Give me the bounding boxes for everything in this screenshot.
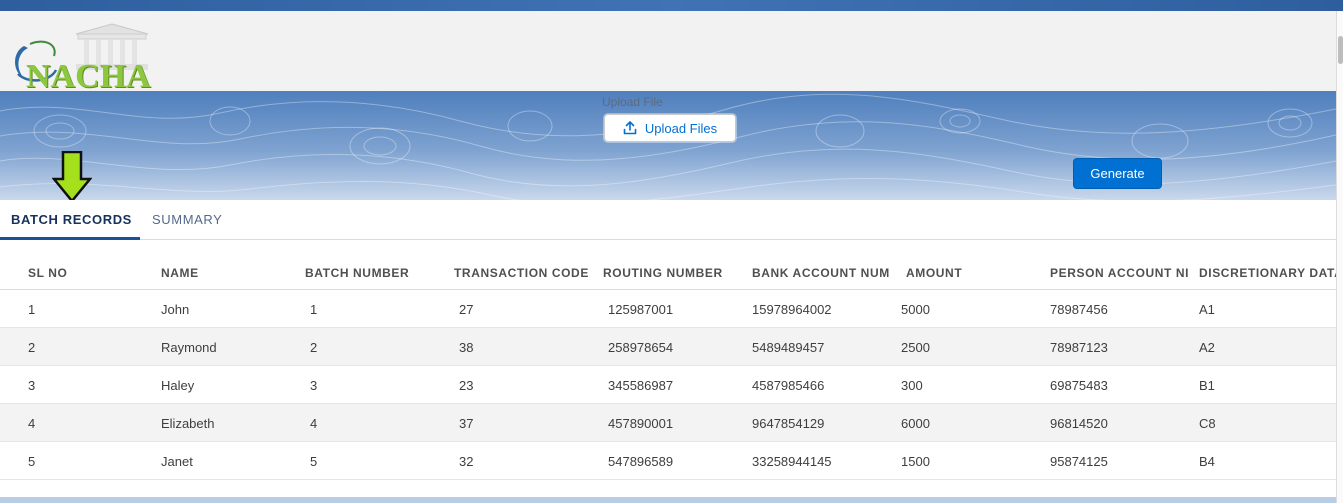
cell-person-account-number: 96814520 (1050, 416, 1108, 431)
cell-name: John (161, 302, 190, 317)
cell-routing-number: 457890001 (608, 416, 674, 431)
cell-person-account-number: 95874125 (1050, 454, 1108, 469)
table-header: SL NO NAME BATCH NUMBER TRANSACTION CODE… (0, 254, 1336, 290)
bottom-banner-strip (0, 497, 1336, 503)
cell-batch-number: 4 (310, 416, 318, 431)
cell-batch-number: 2 (310, 340, 318, 355)
cell-amount: 300 (901, 378, 923, 393)
column-header-sl-no[interactable]: SL NO (28, 266, 148, 280)
cell-bank-account-number: 4587985466 (752, 378, 825, 393)
cell-name: Elizabeth (161, 416, 215, 431)
generate-button[interactable]: Generate (1073, 158, 1162, 189)
cell-routing-number: 547896589 (608, 454, 674, 469)
top-banner-strip (0, 0, 1343, 11)
cell-transaction-code: 32 (459, 454, 474, 469)
cell-sl-no: 2 (28, 340, 36, 355)
cell-amount: 1500 (901, 454, 930, 469)
cell-batch-number: 3 (310, 378, 318, 393)
cell-discretionary-data: C8 (1199, 416, 1216, 431)
column-header-transaction-code[interactable]: TRANSACTION CODE (454, 266, 594, 280)
cell-transaction-code: 23 (459, 378, 474, 393)
down-arrow-icon (52, 151, 92, 203)
cell-routing-number: 258978654 (608, 340, 674, 355)
cell-bank-account-number: 33258944145 (752, 454, 832, 469)
cell-person-account-number: 78987456 (1050, 302, 1108, 317)
cell-amount: 2500 (901, 340, 930, 355)
upload-file-label: Upload File (602, 95, 663, 109)
column-header-discretionary-data[interactable]: DISCRETIONARY DATA (1199, 266, 1336, 280)
cell-discretionary-data: A1 (1199, 302, 1215, 317)
column-header-bank-account-number[interactable]: BANK ACCOUNT NUM (752, 266, 894, 280)
cell-discretionary-data: B1 (1199, 378, 1215, 393)
column-header-amount[interactable]: AMOUNT (906, 266, 1036, 280)
batch-records-table: SL NO NAME BATCH NUMBER TRANSACTION CODE… (0, 254, 1336, 480)
cell-transaction-code: 27 (459, 302, 474, 317)
column-header-batch-number[interactable]: BATCH NUMBER (305, 266, 445, 280)
cell-routing-number: 345586987 (608, 378, 674, 393)
cell-batch-number: 5 (310, 454, 318, 469)
table-row: 4 Elizabeth 4 37 457890001 9647854129 60… (0, 404, 1336, 442)
column-header-name[interactable]: NAME (161, 266, 291, 280)
table-row: 2 Raymond 2 38 258978654 5489489457 2500… (0, 328, 1336, 366)
table-row: 1 John 1 27 125987001 15978964002 5000 7… (0, 290, 1336, 328)
column-header-person-account-number[interactable]: PERSON ACCOUNT NI (1050, 266, 1192, 280)
cell-name: Raymond (161, 340, 217, 355)
upload-icon (623, 121, 637, 135)
cell-person-account-number: 69875483 (1050, 378, 1108, 393)
cell-sl-no: 4 (28, 416, 36, 431)
cell-bank-account-number: 5489489457 (752, 340, 825, 355)
cell-discretionary-data: A2 (1199, 340, 1215, 355)
cell-transaction-code: 37 (459, 416, 474, 431)
tab-summary[interactable]: SUMMARY (152, 212, 222, 227)
cell-person-account-number: 78987123 (1050, 340, 1108, 355)
app-header (0, 11, 1336, 91)
cell-bank-account-number: 9647854129 (752, 416, 825, 431)
cell-name: Haley (161, 378, 195, 393)
upload-files-button[interactable]: Upload Files (604, 114, 736, 142)
active-tab-indicator (0, 237, 140, 240)
cell-sl-no: 5 (28, 454, 36, 469)
cell-bank-account-number: 15978964002 (752, 302, 832, 317)
cell-batch-number: 1 (310, 302, 318, 317)
cell-routing-number: 125987001 (608, 302, 674, 317)
cell-transaction-code: 38 (459, 340, 474, 355)
upload-files-label: Upload Files (644, 120, 718, 136)
table-row: 3 Haley 3 23 345586987 4587985466 300 69… (0, 366, 1336, 404)
table-row: 5 Janet 5 32 547896589 33258944145 1500 … (0, 442, 1336, 480)
cell-name: Janet (161, 454, 193, 469)
vertical-scrollbar[interactable] (1336, 11, 1343, 503)
cell-discretionary-data: B4 (1199, 454, 1215, 469)
cell-sl-no: 1 (28, 302, 36, 317)
tab-bar: BATCH RECORDS SUMMARY (0, 200, 1336, 240)
cell-sl-no: 3 (28, 378, 36, 393)
tab-batch-records[interactable]: BATCH RECORDS (11, 212, 132, 227)
cell-amount: 5000 (901, 302, 930, 317)
scrollbar-thumb[interactable] (1338, 36, 1343, 64)
cell-amount: 6000 (901, 416, 930, 431)
column-header-routing-number[interactable]: ROUTING NUMBER (603, 266, 745, 280)
nacha-logo: NACHA (10, 22, 155, 95)
